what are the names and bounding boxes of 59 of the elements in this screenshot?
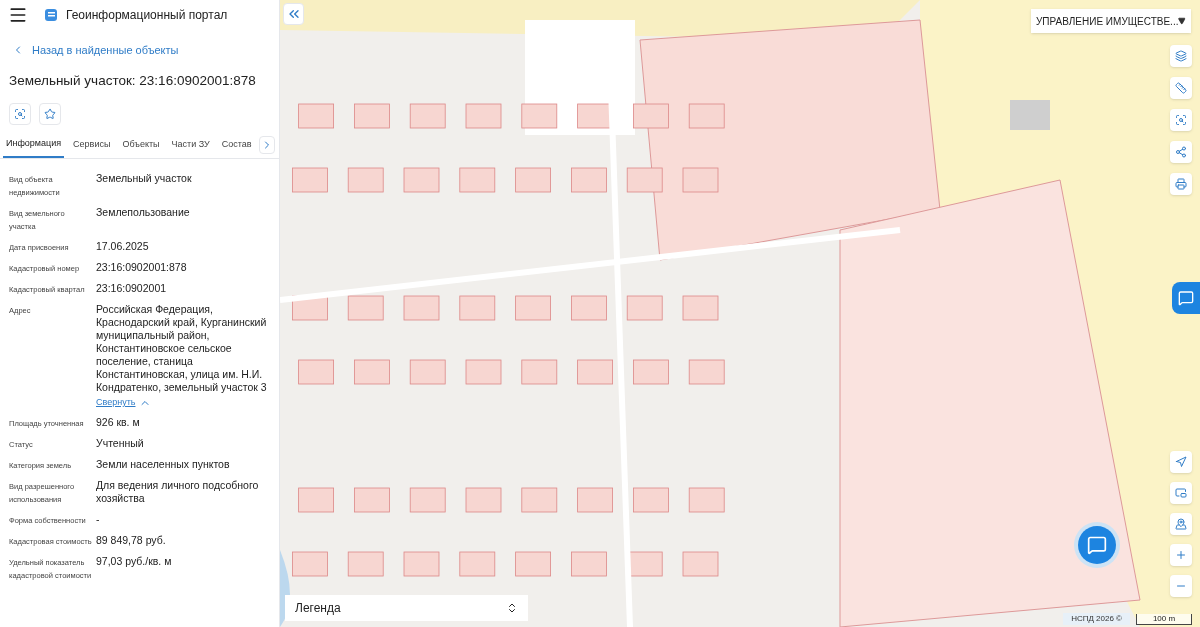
layers-icon: [1175, 50, 1187, 62]
field-value: 23:16:0902001: [96, 281, 168, 295]
star-icon: [44, 107, 56, 120]
navigation-arrow-button[interactable]: [1170, 451, 1192, 473]
collapse-panel-button[interactable]: [283, 3, 304, 25]
tab[interactable]: Объекты: [119, 132, 163, 158]
collapse-link[interactable]: Свернуть: [96, 395, 270, 410]
tab[interactable]: Сервисы: [70, 132, 114, 158]
app-title: Геоинформационный портал: [66, 7, 228, 24]
layer-select[interactable]: УПРАВЛЕНИЕ ИМУЩЕСТВЕ...: [1031, 9, 1191, 33]
share-icon: [1175, 146, 1187, 158]
scale-bar: 100 m: [1136, 614, 1192, 625]
zoom-in-button[interactable]: [1170, 544, 1192, 566]
field-value: Землепользование: [96, 205, 191, 219]
menu-icon[interactable]: [8, 5, 28, 25]
map-attribution: НСПД 2026 ©: [1063, 613, 1130, 625]
printer-button[interactable]: [1170, 173, 1192, 195]
caret-icon: [1178, 17, 1186, 25]
chat-icon: [1178, 290, 1194, 306]
field-value: 23:16:0902001:878: [96, 260, 188, 274]
logo-icon: [44, 8, 58, 22]
field-value: Земли населенных пунктов: [96, 458, 231, 472]
tabs-next-button[interactable]: [259, 135, 275, 154]
printer-icon: [1175, 178, 1187, 190]
tab[interactable]: Состав: [218, 132, 255, 158]
field-value: 17.06.2025: [96, 239, 150, 253]
zoom-out-button[interactable]: [1170, 575, 1192, 597]
layers-button[interactable]: [1170, 45, 1192, 67]
zoom-to-object-button[interactable]: [9, 102, 31, 125]
back-link[interactable]: Назад в найденные объекты: [12, 42, 279, 59]
area-select-button[interactable]: [1170, 109, 1192, 131]
up-down-chevron-icon: [506, 602, 518, 614]
field-value: 926 кв. м: [96, 416, 141, 430]
field-value: Российская Федерация, Краснодарский край, Курганинский муниципальный район, Константиновское сельское поселение, станица Константиновская, улица им. Н.И. Кондратенко, земельный участок 3: [96, 302, 268, 394]
object-title: Земельный участок: 23:16:0902001:878: [9, 71, 257, 90]
map-pin-icon: [1175, 518, 1187, 530]
favorite-button[interactable]: [39, 102, 61, 125]
zoom-in-icon: [1175, 549, 1187, 561]
field-value: Земельный участок: [96, 171, 193, 185]
chat-icon: [1087, 535, 1107, 555]
area-select-icon: [1175, 114, 1187, 126]
legend-toggle[interactable]: Легенда: [285, 595, 528, 621]
field-value: 97,03 руб./кв. м: [96, 555, 173, 569]
navigation-arrow-icon: [1175, 456, 1187, 468]
tab[interactable]: Информация: [3, 132, 65, 158]
picture-in-picture-icon: [1175, 487, 1187, 499]
field-value: Для ведения личного подсобного хозяйства: [96, 479, 260, 506]
share-button[interactable]: [1170, 141, 1192, 163]
field-value: 89 849,78 руб.: [96, 534, 167, 548]
chat-button[interactable]: [1078, 526, 1116, 564]
field-value: Учтенный: [96, 437, 145, 451]
ruler-button[interactable]: [1170, 77, 1192, 99]
side-widget-button[interactable]: [1172, 282, 1200, 314]
tab[interactable]: Части ЗУ: [168, 132, 213, 158]
object-search-icon: [14, 107, 26, 120]
ruler-icon: [1175, 82, 1187, 94]
map-pin-button[interactable]: [1170, 513, 1192, 535]
picture-in-picture-button[interactable]: [1170, 482, 1192, 504]
field-value: -: [96, 513, 101, 527]
